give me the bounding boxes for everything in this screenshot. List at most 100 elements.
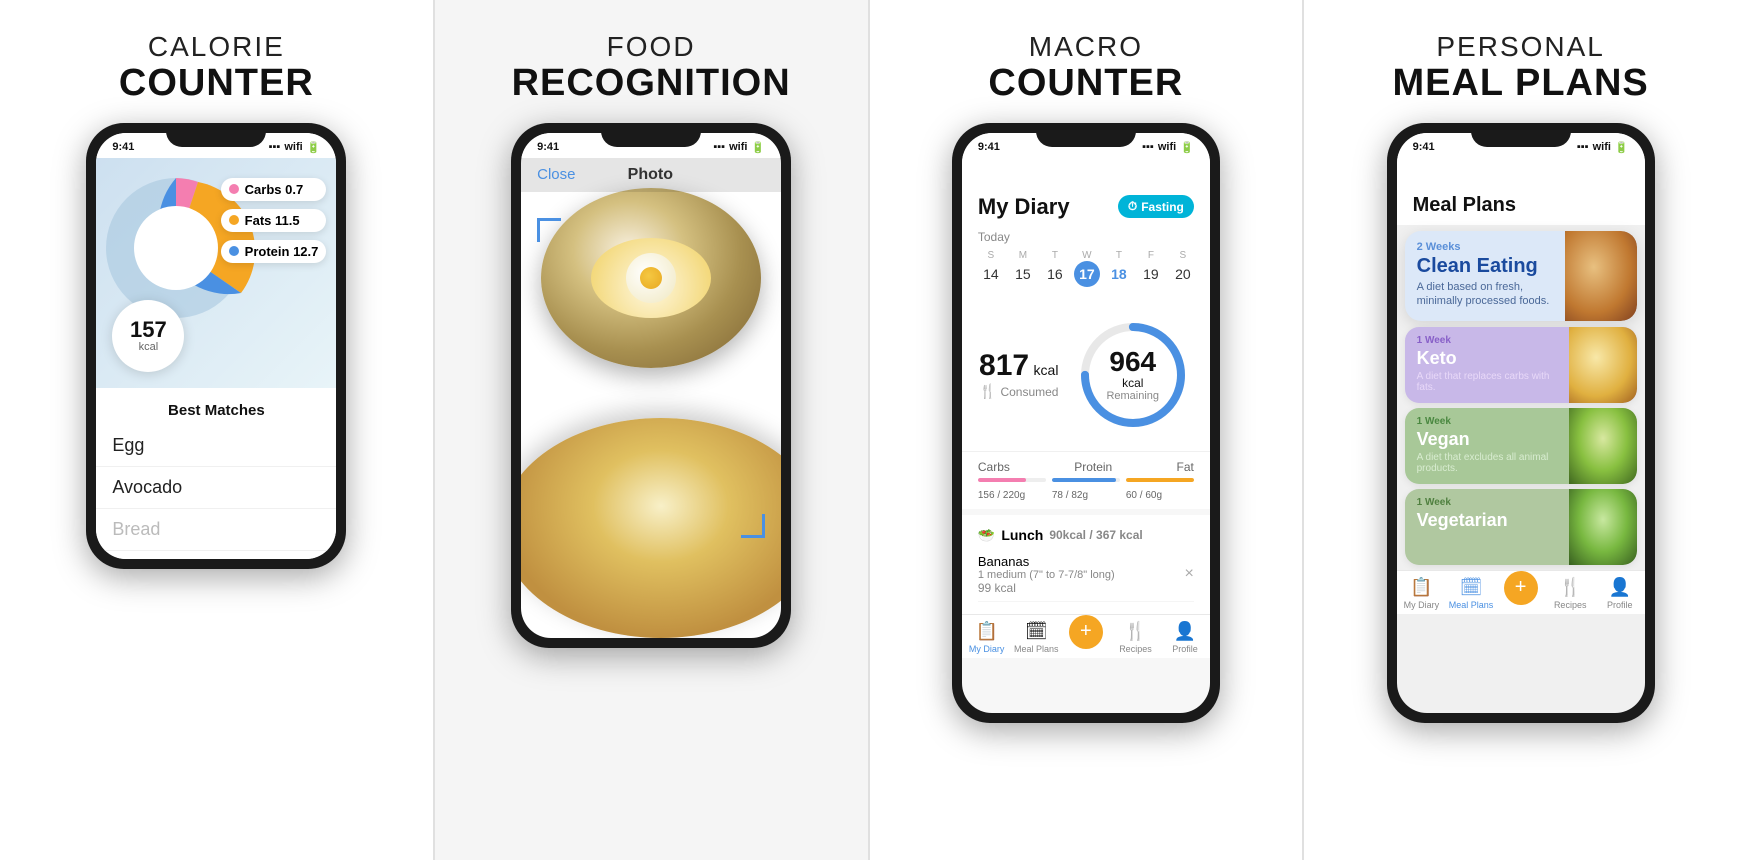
diary-tab-icon: 📋	[975, 621, 997, 642]
panel4-title-bold: MEAL PLANS	[1392, 63, 1648, 105]
consumed-label: 🍴 Consumed	[979, 383, 1058, 400]
time-1: 9:41	[112, 141, 134, 153]
kcal-badge: 157 kcal	[112, 300, 184, 372]
food-item-bread[interactable]: Bread	[96, 509, 336, 551]
phone-notch-3	[1036, 123, 1136, 147]
remove-icon[interactable]: ×	[1185, 565, 1194, 583]
phone-notch-2	[601, 123, 701, 147]
tab-profile-3[interactable]: 👤 Profile	[1160, 621, 1210, 654]
legend-protein: Protein 12.7	[221, 240, 327, 263]
clean-name: Clean Eating	[1417, 255, 1553, 278]
mealplans-tab-icon-4: 🗓	[1460, 577, 1483, 598]
spacer	[725, 166, 765, 184]
calorie-counter-panel: CALORIE COUNTER 9:41 ▪▪▪ wifi 🔋	[0, 0, 433, 860]
consumed-block: 817 kcal 🍴 Consumed	[979, 349, 1058, 400]
remaining-unit: kcal	[1106, 376, 1159, 390]
vegetarian-card[interactable]: 1 Week Vegetarian	[1405, 489, 1637, 565]
tab-add-3[interactable]: +	[1061, 621, 1111, 654]
banana-desc: 1 medium (7" to 7-7/8" long)	[978, 569, 1115, 581]
close-btn[interactable]: Close	[537, 166, 575, 184]
phone-notch-1	[166, 123, 266, 147]
tab-add-4[interactable]: +	[1496, 577, 1546, 610]
tab-recipes-4[interactable]: 🍴 Recipes	[1545, 577, 1595, 610]
carbs-dot	[229, 184, 239, 194]
macro-area: 817 kcal 🍴 Consumed 964	[962, 299, 1210, 451]
batt-3: 🔋	[1180, 141, 1194, 154]
protein-dot	[229, 246, 239, 256]
calendar-row: S 14 M 15 T 16 W 17	[978, 250, 1194, 287]
keto-week-label: 1 Week	[1417, 335, 1557, 346]
panel3-title-light: MACRO	[1029, 32, 1143, 63]
wifi-4: wifi	[1593, 141, 1611, 153]
fasting-badge[interactable]: ⏱ Fasting	[1118, 195, 1194, 218]
fork-icon: 🍴	[979, 383, 996, 400]
clean-eating-card[interactable]: 2 Weeks Clean Eating A diet based on fre…	[1405, 231, 1637, 321]
profile-tab-icon-4: 👤	[1609, 577, 1631, 598]
chart-area: Carbs 0.7 Fats 11.5 Protein 12.7 157 kca…	[96, 158, 336, 388]
food-recognition-panel: FOOD RECOGNITION 9:41 ▪▪▪ wifi 🔋 Close P…	[435, 0, 868, 860]
tab-recipes-3[interactable]: 🍴 Recipes	[1111, 621, 1161, 654]
diary-tab-label: My Diary	[969, 644, 1005, 654]
recipes-tab-icon: 🍴	[1124, 621, 1146, 642]
scan-corner-tl	[537, 218, 561, 242]
cal-day-3[interactable]: W 17	[1074, 250, 1100, 287]
signal-4: ▪▪▪	[1577, 141, 1589, 153]
vegan-content: 1 Week Vegan A diet that excludes all an…	[1405, 408, 1569, 484]
signal-3: ▪▪▪	[1142, 141, 1154, 153]
phone-screen-3: 9:41 ▪▪▪ wifi 🔋 My Diary ⏱ Fasting Today	[962, 133, 1210, 713]
egg-yolk	[640, 267, 662, 289]
legend-carbs: Carbs 0.7	[221, 178, 327, 201]
protein-values: 78 / 82g	[1052, 490, 1120, 501]
diary-tab-icon-4: 📋	[1410, 577, 1432, 598]
keto-desc: A diet that replaces carbs with fats.	[1417, 371, 1557, 393]
banana-info: Bananas 1 medium (7" to 7-7/8" long) 99 …	[978, 554, 1115, 595]
tab-profile-4[interactable]: 👤 Profile	[1595, 577, 1645, 610]
status-icons-4: ▪▪▪ wifi 🔋	[1577, 141, 1629, 154]
remaining-num: 964	[1106, 348, 1159, 376]
lunch-emoji: 🥗	[978, 527, 995, 544]
phone-frame-1: 9:41 ▪▪▪ wifi 🔋	[86, 123, 346, 569]
vegan-card[interactable]: 1 Week Vegan A diet that excludes all an…	[1405, 408, 1637, 484]
consumed-num: 817	[979, 349, 1029, 382]
food-item-egg[interactable]: Egg	[96, 425, 336, 467]
tab-diary-4[interactable]: 📋 My Diary	[1397, 577, 1447, 610]
tab-diary-3[interactable]: 📋 My Diary	[962, 621, 1012, 654]
banana-item[interactable]: Bananas 1 medium (7" to 7-7/8" long) 99 …	[978, 548, 1194, 602]
protein-fill	[1052, 478, 1117, 482]
battery-icon-2: 🔋	[751, 141, 765, 154]
add-button-4[interactable]: +	[1504, 571, 1538, 605]
fats-label: Fats 11.5	[245, 213, 300, 228]
add-button-3[interactable]: +	[1069, 615, 1103, 649]
vegetarian-content: 1 Week Vegetarian	[1405, 489, 1569, 565]
food-list: Best Matches Egg Avocado Bread	[96, 388, 336, 559]
food-item-avocado[interactable]: Avocado	[96, 467, 336, 509]
keto-card[interactable]: 1 Week Keto A diet that replaces carbs w…	[1405, 327, 1637, 403]
panel2-title-light: FOOD	[607, 32, 696, 63]
lunch-header: 🥗 Lunch 90kcal / 367 kcal	[978, 527, 1194, 544]
phone-frame-2: 9:41 ▪▪▪ wifi 🔋 Close Photo	[511, 123, 791, 648]
today-label: Today	[978, 230, 1194, 244]
diary-tab-label-4: My Diary	[1404, 600, 1440, 610]
fat-values: 60 / 60g	[1126, 490, 1194, 501]
kcal-value: 157	[130, 319, 167, 341]
recipes-tab-label-4: Recipes	[1554, 600, 1587, 610]
recipes-tab-label: Recipes	[1119, 644, 1152, 654]
photo-title: Photo	[628, 166, 673, 184]
veg-name: Vegetarian	[1417, 510, 1557, 531]
cal-day-2: T 16	[1042, 250, 1068, 287]
lunch-cal: 90kcal / 367 kcal	[1049, 528, 1142, 542]
time-3: 9:41	[978, 141, 1000, 153]
ring-chart: 964 kcal Remaining	[1073, 315, 1193, 435]
diary-title-row: My Diary ⏱ Fasting	[978, 194, 1194, 220]
time-4: 9:41	[1413, 141, 1435, 153]
tab-mealplans-4[interactable]: 🗓 Meal Plans	[1446, 577, 1496, 610]
cal-day-0: S 14	[978, 250, 1004, 287]
panel1-title-light: CALORIE	[148, 32, 285, 63]
status-icons-1: ▪▪▪ wifi 🔋	[269, 141, 321, 154]
carbs-values: 156 / 220g	[978, 490, 1046, 501]
cal-day-5: F 19	[1138, 250, 1164, 287]
tab-mealplans-3[interactable]: 🗓 Meal Plans	[1011, 621, 1061, 654]
status-icons-2: ▪▪▪ wifi 🔋	[713, 141, 765, 154]
scan-corner-br	[741, 514, 765, 538]
panel2-title-bold: RECOGNITION	[512, 63, 791, 105]
